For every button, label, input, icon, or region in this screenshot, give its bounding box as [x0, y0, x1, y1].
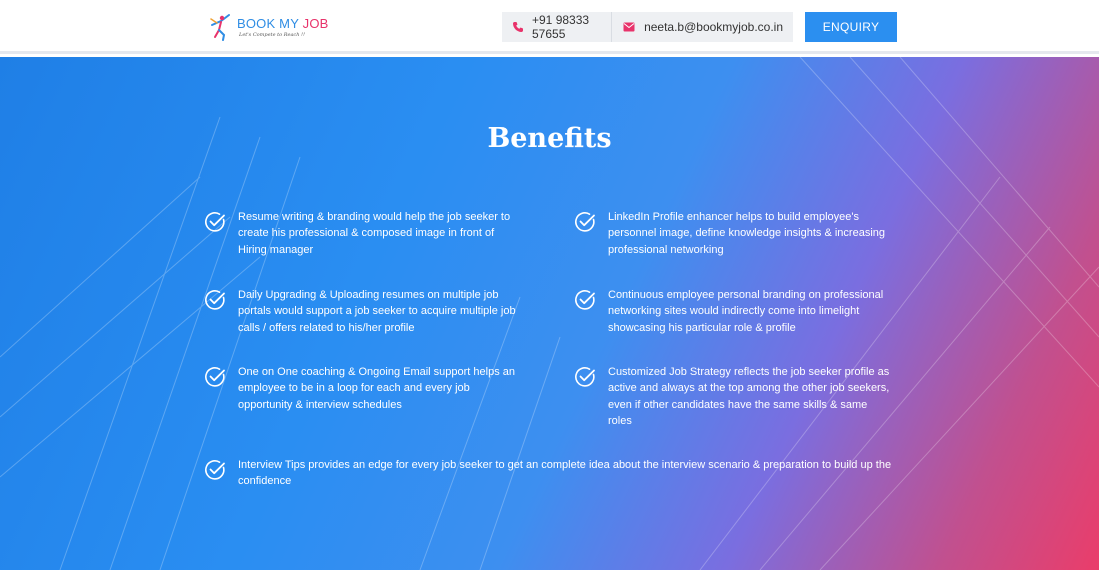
logo-figure-icon: [209, 13, 233, 41]
benefit-item: Daily Upgrading & Uploading resumes on m…: [204, 287, 524, 336]
benefit-item: Continuous employee personal branding on…: [574, 287, 894, 336]
phone-icon: [512, 20, 524, 34]
benefit-item: Resume writing & branding would help the…: [204, 209, 524, 258]
phone-contact[interactable]: +91 98333 57655: [502, 12, 611, 42]
benefit-text: Continuous employee personal branding on…: [608, 289, 884, 334]
check-circle-icon: [205, 212, 225, 232]
benefits-title: Benefits: [487, 123, 612, 154]
check-circle-icon: [575, 290, 595, 310]
email-contact[interactable]: neeta.b@bookmyjob.co.in: [611, 12, 793, 42]
benefits-section: Benefits Resume writing & branding would…: [0, 57, 1099, 570]
benefit-text: Interview Tips provides an edge for ever…: [238, 459, 892, 488]
benefit-text: One on One coaching & Ongoing Email supp…: [238, 366, 516, 411]
phone-number: +91 98333 57655: [532, 13, 590, 41]
benefit-text: Resume writing & branding would help the…: [238, 211, 511, 256]
check-circle-icon: [575, 367, 595, 387]
benefit-item: Customized Job Strategy reflects the job…: [574, 364, 894, 429]
benefit-item: Interview Tips provides an edge for ever…: [204, 457, 904, 490]
check-circle-icon: [205, 290, 225, 310]
benefit-item: LinkedIn Profile enhancer helps to build…: [574, 209, 894, 258]
benefit-item: One on One coaching & Ongoing Email supp…: [204, 364, 524, 413]
enquiry-button[interactable]: ENQUIRY: [805, 12, 897, 42]
contact-bar: +91 98333 57655 neeta.b@bookmyjob.co.in: [502, 12, 793, 42]
check-circle-icon: [575, 212, 595, 232]
email-address: neeta.b@bookmyjob.co.in: [644, 20, 783, 34]
envelope-icon: [622, 20, 636, 34]
benefit-text: LinkedIn Profile enhancer helps to build…: [608, 211, 886, 256]
benefit-text: Customized Job Strategy reflects the job…: [608, 366, 890, 427]
benefit-text: Daily Upgrading & Uploading resumes on m…: [238, 289, 516, 334]
logo[interactable]: BOOK MY JOB Let's Compete to Reach !!: [209, 12, 329, 42]
logo-tagline: Let's Compete to Reach !!: [239, 31, 306, 38]
site-header: BOOK MY JOB Let's Compete to Reach !! +9…: [0, 0, 1099, 54]
check-circle-icon: [205, 460, 225, 480]
logo-title: BOOK MY JOB: [237, 15, 329, 31]
check-circle-icon: [205, 367, 225, 387]
